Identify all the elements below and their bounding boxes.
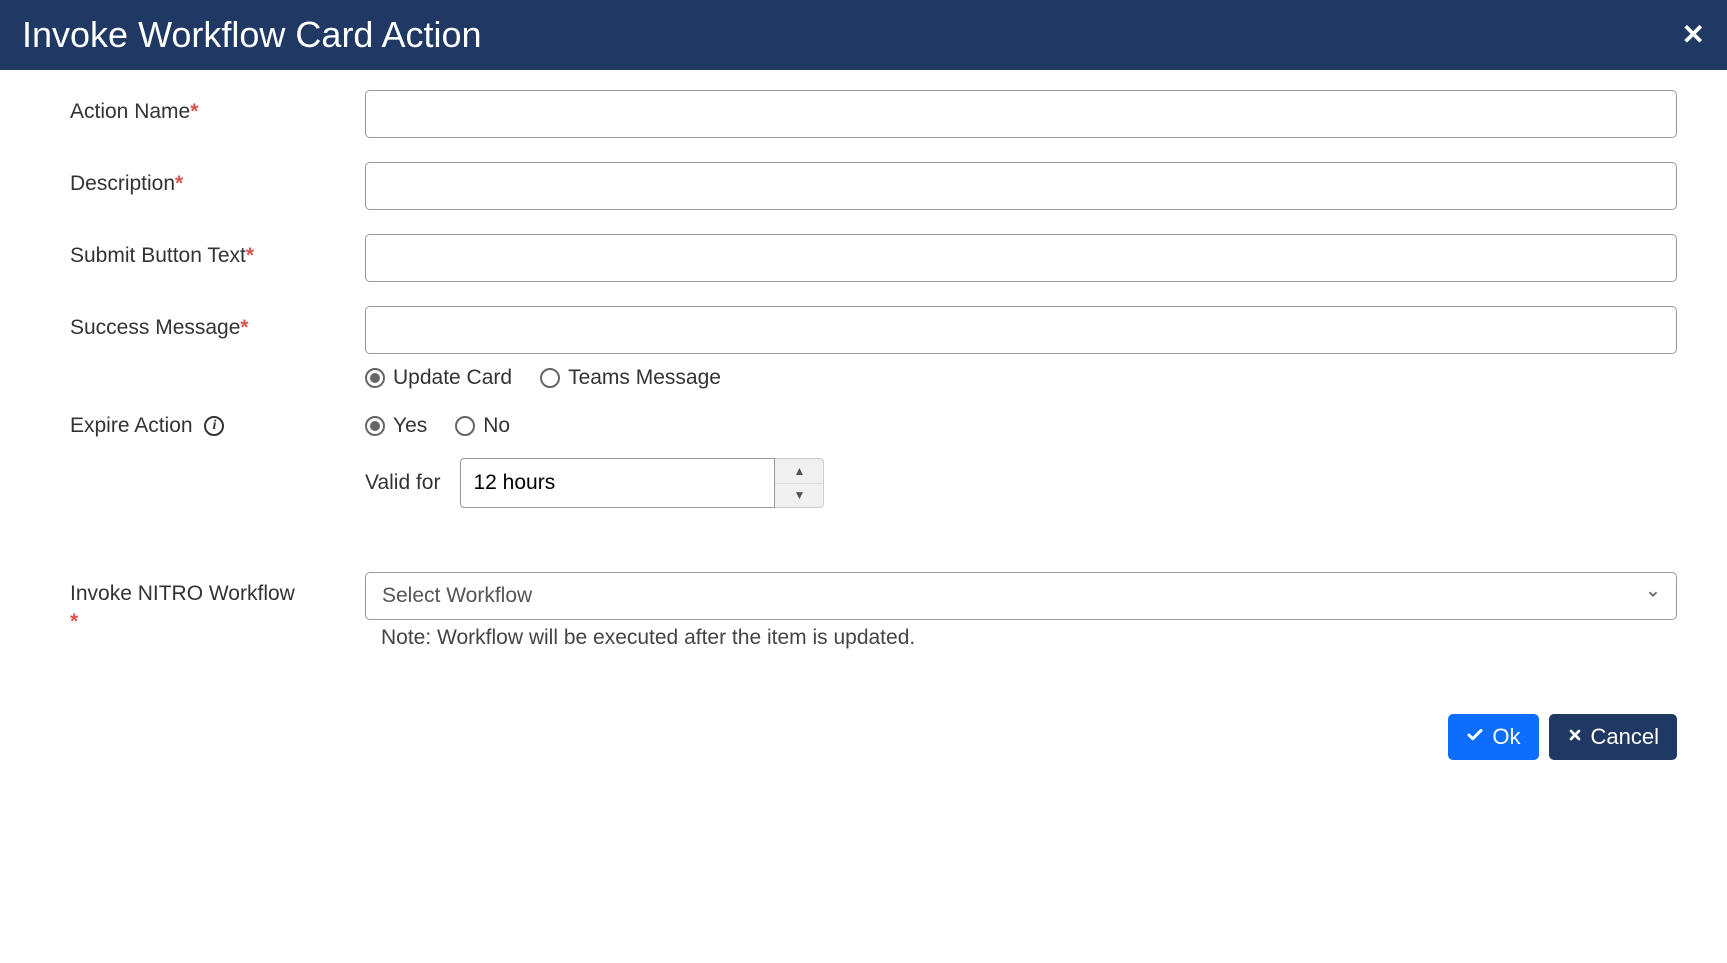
radio-circle-icon (540, 368, 560, 388)
valid-for-input[interactable] (460, 458, 775, 508)
spacer (70, 532, 1677, 572)
expire-action-radio-group: Yes No (365, 414, 1677, 438)
workflow-select-placeholder: Select Workflow (382, 584, 532, 608)
field-description (365, 162, 1677, 210)
description-input[interactable] (365, 162, 1677, 210)
workflow-select[interactable]: Select Workflow (365, 572, 1677, 620)
field-invoke-workflow: Select Workflow Note: Workflow will be e… (365, 572, 1677, 650)
radio-circle-icon (365, 416, 385, 436)
label-invoke-workflow: Invoke NITRO Workflow * (70, 572, 365, 634)
label-success-message-text: Success Message (70, 316, 240, 339)
radio-update-card-label: Update Card (393, 366, 512, 390)
label-expire-action-text: Expire Action (70, 414, 193, 437)
workflow-select-wrap: Select Workflow (365, 572, 1677, 620)
spinner-buttons: ▲ ▼ (775, 458, 824, 508)
radio-no-label: No (483, 414, 510, 438)
submit-text-input[interactable] (365, 234, 1677, 282)
required-star: * (70, 610, 365, 634)
check-icon (1466, 726, 1484, 749)
field-success-message: Update Card Teams Message (365, 306, 1677, 390)
info-icon[interactable]: i (204, 416, 224, 436)
radio-no[interactable]: No (455, 414, 510, 438)
ok-button-label: Ok (1492, 724, 1520, 750)
row-success-message: Success Message* Update Card Teams Messa… (70, 306, 1677, 390)
row-invoke-workflow: Invoke NITRO Workflow * Select Workflow … (70, 572, 1677, 650)
radio-update-card[interactable]: Update Card (365, 366, 512, 390)
field-action-name (365, 90, 1677, 138)
radio-circle-icon (365, 368, 385, 388)
radio-yes[interactable]: Yes (365, 414, 427, 438)
valid-for-label: Valid for (365, 471, 440, 495)
field-expire-action: Yes No Valid for ▲ ▼ (365, 414, 1677, 508)
dialog-footer: Ok Cancel (0, 694, 1727, 780)
radio-teams-message-label: Teams Message (568, 366, 721, 390)
radio-teams-message[interactable]: Teams Message (540, 366, 721, 390)
x-icon (1567, 727, 1583, 748)
ok-button[interactable]: Ok (1448, 714, 1538, 760)
required-star: * (240, 316, 248, 339)
required-star: * (246, 244, 254, 267)
spinner-up-icon[interactable]: ▲ (775, 459, 823, 484)
label-description: Description* (70, 162, 365, 196)
radio-yes-label: Yes (393, 414, 427, 438)
field-submit-text (365, 234, 1677, 282)
required-star: * (190, 100, 198, 123)
row-action-name: Action Name* (70, 90, 1677, 138)
cancel-button[interactable]: Cancel (1549, 714, 1677, 760)
chevron-down-icon (1646, 587, 1660, 606)
label-submit-text: Submit Button Text* (70, 234, 365, 268)
action-name-input[interactable] (365, 90, 1677, 138)
valid-for-row: Valid for ▲ ▼ (365, 458, 1677, 508)
radio-circle-icon (455, 416, 475, 436)
label-action-name-text: Action Name (70, 100, 190, 123)
dialog-body: Action Name* Description* Submit Button … (0, 70, 1727, 694)
cancel-button-label: Cancel (1591, 724, 1659, 750)
label-action-name: Action Name* (70, 90, 365, 124)
close-icon[interactable]: ✕ (1682, 21, 1705, 49)
success-message-input[interactable] (365, 306, 1677, 354)
valid-for-spinner: ▲ ▼ (460, 458, 824, 508)
label-submit-text-text: Submit Button Text (70, 244, 246, 267)
row-submit-text: Submit Button Text* (70, 234, 1677, 282)
row-description: Description* (70, 162, 1677, 210)
label-expire-action: Expire Action i (70, 414, 365, 438)
label-invoke-workflow-text: Invoke NITRO Workflow (70, 582, 295, 605)
success-message-radio-group: Update Card Teams Message (365, 366, 1677, 390)
dialog-title: Invoke Workflow Card Action (22, 14, 482, 56)
dialog-header: Invoke Workflow Card Action ✕ (0, 0, 1727, 70)
spinner-down-icon[interactable]: ▼ (775, 484, 823, 508)
row-expire-action: Expire Action i Yes No Valid for (70, 414, 1677, 508)
label-success-message: Success Message* (70, 306, 365, 340)
workflow-note: Note: Workflow will be executed after th… (381, 626, 1677, 650)
required-star: * (175, 172, 183, 195)
label-description-text: Description (70, 172, 175, 195)
dialog-container: Invoke Workflow Card Action ✕ Action Nam… (0, 0, 1727, 780)
